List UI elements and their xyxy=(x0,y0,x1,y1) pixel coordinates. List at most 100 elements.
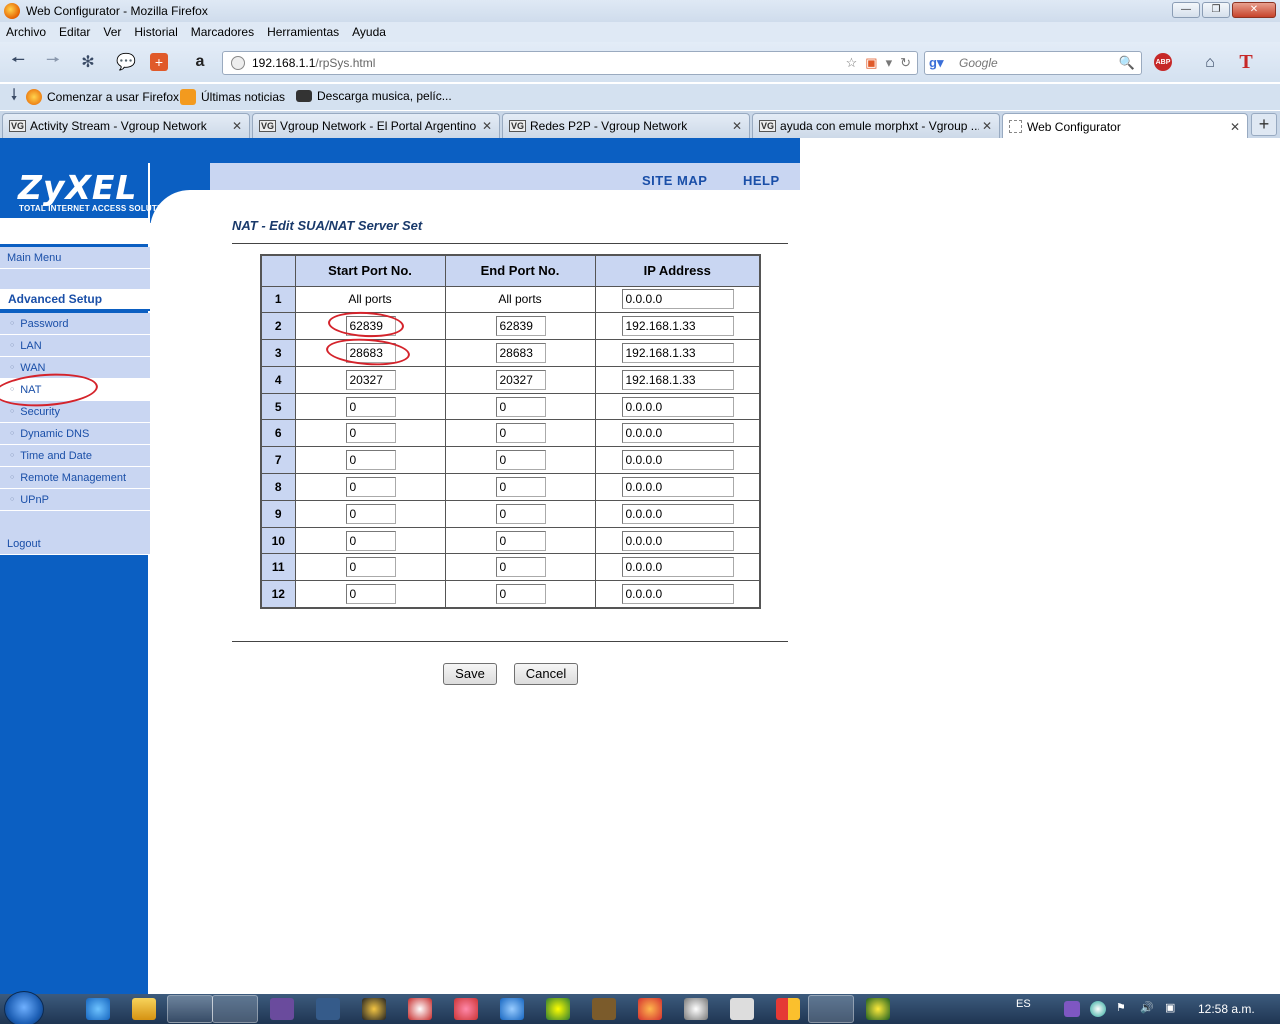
google-icon[interactable]: g▾ xyxy=(929,55,945,71)
ip-address-input[interactable]: 0.0.0.0 xyxy=(621,396,734,417)
media-player-icon[interactable] xyxy=(132,998,156,1020)
app-icon-10[interactable] xyxy=(684,998,708,1020)
start-port-input[interactable]: 0 xyxy=(345,503,396,524)
end-port-input[interactable]: 0 xyxy=(495,450,546,471)
end-port-input[interactable]: 62839 xyxy=(495,316,546,337)
end-port-input[interactable]: 0 xyxy=(495,423,546,444)
bookmark-comenzar[interactable]: Comenzar a usar Firefox xyxy=(26,89,179,105)
minimize-button[interactable]: — xyxy=(1172,2,1200,18)
app-icon-6[interactable] xyxy=(500,998,524,1020)
amazon-icon[interactable]: a xyxy=(189,51,211,73)
sidebar-main-menu[interactable]: Main Menu xyxy=(0,247,150,269)
bookmark-star-icon[interactable]: ☆ xyxy=(846,55,858,71)
ip-address-input[interactable]: 0.0.0.0 xyxy=(621,530,734,551)
ip-address-input[interactable]: 0.0.0.0 xyxy=(621,423,734,444)
app-icon-14[interactable] xyxy=(866,998,890,1020)
end-port-input[interactable]: 0 xyxy=(495,503,546,524)
tray-network-icon[interactable] xyxy=(1090,1001,1106,1017)
app-icon-8[interactable] xyxy=(592,998,616,1020)
end-port-input[interactable]: 0 xyxy=(495,396,546,417)
reload-icon[interactable]: ↻ xyxy=(900,55,911,71)
ip-address-input[interactable]: 0.0.0.0 xyxy=(621,503,734,524)
menu-ayuda[interactable]: Ayuda xyxy=(352,25,386,39)
menu-historial[interactable]: Historial xyxy=(134,25,177,39)
sidebar-item-password[interactable]: ○ Password xyxy=(0,313,150,335)
tab-activity-stream[interactable]: VG Activity Stream - Vgroup Network ✕ xyxy=(2,113,250,138)
ip-address-input[interactable]: 0.0.0.0 xyxy=(621,450,734,471)
tab-close-icon[interactable]: ✕ xyxy=(979,119,995,133)
tray-app-icon[interactable] xyxy=(1064,1001,1080,1017)
menu-ver[interactable]: Ver xyxy=(103,25,121,39)
new-tab-button[interactable]: + xyxy=(1251,113,1277,136)
ip-address-input[interactable]: 0.0.0.0 xyxy=(621,557,734,578)
menu-herramientas[interactable]: Herramientas xyxy=(267,25,339,39)
start-port-input[interactable]: 20327 xyxy=(345,369,396,390)
tab-vgroup-portal[interactable]: VG Vgroup Network - El Portal Argentino … xyxy=(252,113,500,138)
app-icon-7[interactable] xyxy=(546,998,570,1020)
close-window-button[interactable]: ✕ xyxy=(1232,2,1276,18)
tab-web-configurator[interactable]: Web Configurator ✕ xyxy=(1002,113,1248,139)
sidebar-item-time-and-date[interactable]: ○ Time and Date xyxy=(0,445,150,467)
ip-address-input[interactable]: 0.0.0.0 xyxy=(621,476,734,497)
flag-icon[interactable]: ⚑ xyxy=(1116,1001,1126,1014)
sidebar-item-remote-management[interactable]: ○ Remote Management xyxy=(0,467,150,489)
forward-arrow-icon[interactable]: 🠖 xyxy=(42,51,64,73)
tab-ayuda-emule[interactable]: VG ayuda con emule morphxt - Vgroup ... … xyxy=(752,113,1000,138)
end-port-input[interactable]: 0 xyxy=(495,583,546,604)
start-button[interactable] xyxy=(4,991,44,1024)
ip-address-input[interactable]: 192.168.1.33 xyxy=(621,316,734,337)
download-arrow-icon[interactable]: 🠗 xyxy=(3,86,25,108)
start-port-input[interactable]: 0 xyxy=(345,557,396,578)
start-port-input[interactable]: 0 xyxy=(345,530,396,551)
display-icon[interactable]: ▣ xyxy=(1165,1001,1175,1014)
help-link[interactable]: HELP xyxy=(743,173,780,188)
app-icon-11[interactable] xyxy=(730,998,754,1020)
menu-archivo[interactable]: Archivo xyxy=(6,25,46,39)
end-port-input[interactable]: 20327 xyxy=(495,369,546,390)
dropdown-arrow-icon[interactable]: ▾ xyxy=(886,55,893,71)
clock[interactable]: 12:58 a.m. xyxy=(1198,1002,1255,1016)
app-icon-4[interactable] xyxy=(408,998,432,1020)
ip-address-input[interactable]: 0.0.0.0 xyxy=(621,583,734,604)
start-port-input[interactable]: 0 xyxy=(345,423,396,444)
tab-close-icon[interactable]: ✕ xyxy=(1227,120,1243,134)
end-port-input[interactable]: 0 xyxy=(495,530,546,551)
internet-explorer-icon[interactable] xyxy=(86,998,110,1020)
home-icon[interactable]: ⌂ xyxy=(1199,52,1221,74)
volume-icon[interactable]: 🔊 xyxy=(1140,1001,1154,1014)
app-icon-12[interactable] xyxy=(776,998,800,1020)
bookmark-noticias[interactable]: Últimas noticias xyxy=(180,89,285,105)
url-bar[interactable]: 192.168.1.1/rpSys.html ☆ ▣ ▾ ↻ xyxy=(222,51,918,75)
tab-redes-p2p[interactable]: VG Redes P2P - Vgroup Network ✕ xyxy=(502,113,750,138)
back-arrow-icon[interactable]: 🠔 xyxy=(7,51,29,73)
end-port-input[interactable]: 28683 xyxy=(495,342,546,363)
app-icon-5[interactable] xyxy=(454,998,478,1020)
speech-bubble-icon[interactable]: 💬 xyxy=(115,51,137,73)
cancel-button[interactable]: Cancel xyxy=(514,663,578,685)
ip-address-input[interactable]: 192.168.1.33 xyxy=(621,369,734,390)
adblock-icon[interactable]: ABP xyxy=(1154,53,1172,71)
addon-icon[interactable]: ✻ xyxy=(77,51,99,73)
menu-marcadores[interactable]: Marcadores xyxy=(191,25,254,39)
tab-close-icon[interactable]: ✕ xyxy=(479,119,495,133)
tab-close-icon[interactable]: ✕ xyxy=(229,119,245,133)
app-icon-9[interactable] xyxy=(638,998,662,1020)
app-icon-3[interactable] xyxy=(362,998,386,1020)
restore-button[interactable]: ❐ xyxy=(1202,2,1230,18)
addon-plus-icon[interactable]: ▣ xyxy=(865,55,877,71)
sidebar-logout[interactable]: Logout xyxy=(0,533,150,555)
app-icon-2[interactable] xyxy=(316,998,340,1020)
start-port-input[interactable]: 0 xyxy=(345,476,396,497)
sidebar-item-lan[interactable]: ○ LAN xyxy=(0,335,150,357)
app-icon-1[interactable] xyxy=(270,998,294,1020)
explorer-folder-icon[interactable] xyxy=(167,995,213,1023)
language-indicator[interactable]: ES xyxy=(1016,998,1031,1010)
site-map-link[interactable]: SITE MAP xyxy=(642,173,707,188)
t-addon-icon[interactable]: T xyxy=(1235,51,1257,73)
bookmark-descarga[interactable]: Descarga musica, pelíc... xyxy=(296,89,452,103)
save-button[interactable]: Save xyxy=(443,663,497,685)
tab-close-icon[interactable]: ✕ xyxy=(729,119,745,133)
app-icon-13[interactable] xyxy=(808,995,854,1023)
plus-addon-icon[interactable]: + xyxy=(150,53,168,71)
search-icon[interactable]: 🔍 xyxy=(1119,55,1135,71)
